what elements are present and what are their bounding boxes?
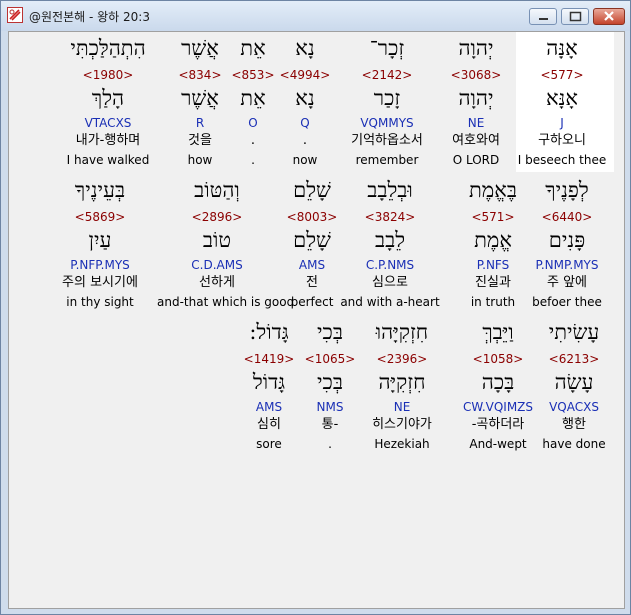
english-gloss: in truth	[470, 295, 516, 309]
morphology-code[interactable]: C.D.AMS	[157, 258, 277, 272]
korean-gloss: 내가-행하며	[75, 133, 141, 148]
strong-number[interactable]: <2896>	[157, 210, 277, 224]
korean-gloss: 주의 보시기에	[62, 275, 138, 290]
word-cell[interactable]: :גָּדוֹל <1419> גָּדוֹל AMS 심히 sore	[209, 320, 329, 460]
english-gloss: and-that which is good	[157, 295, 295, 309]
morphology-code[interactable]: VTACXS	[48, 116, 168, 130]
hebrew-word: בְּעֵינֶיךָ	[74, 178, 126, 202]
title-bar[interactable]: @원전본해 - 왕하 20:3	[1, 1, 630, 31]
korean-gloss: 심히	[257, 417, 281, 432]
hebrew-word: הִתְהַלַּכְתִּי	[70, 36, 146, 60]
app-logo-icon	[7, 7, 23, 23]
english-gloss: sore	[256, 437, 282, 451]
app-window: @원전본해 - 왕하 20:3 אָנָּה <577> אָנָּא J 구하오니 I …	[0, 0, 631, 615]
english-gloss: in thy sight	[66, 295, 134, 309]
morphology-code[interactable]: P.NFS	[433, 258, 553, 272]
hebrew-lemma: טוֹב	[202, 228, 232, 252]
strong-number[interactable]: <571>	[433, 210, 553, 224]
korean-gloss: 진실과	[475, 275, 511, 290]
word-cell[interactable]: בֶּאֱמֶת <571> אֱמֶת P.NFS 진실과 in truth	[433, 178, 553, 318]
maximize-icon	[569, 11, 582, 22]
morphology-code[interactable]: AMS	[209, 400, 329, 414]
hebrew-lemma: הָלַךְ	[91, 86, 125, 110]
minimize-button[interactable]	[529, 8, 557, 25]
hebrew-word: :גָּדוֹל	[249, 320, 289, 344]
strong-number[interactable]: <1980>	[48, 68, 168, 82]
korean-gloss: 선하게	[199, 275, 235, 290]
word-cell[interactable]: וְהַטּוֹב <2896> טוֹב C.D.AMS 선하게 and-that wh…	[157, 178, 295, 318]
strong-number[interactable]: <5869>	[40, 210, 160, 224]
minimize-icon	[539, 18, 548, 20]
hebrew-lemma: אֱמֶת	[474, 228, 512, 252]
hebrew-word: בֶּאֱמֶת	[469, 178, 517, 202]
word-cell[interactable]: הִתְהַלַּכְתִּי <1980> הָלַךְ VTACXS 내가-행하며 I…	[48, 36, 168, 176]
hebrew-lemma: גָּדוֹל	[252, 370, 286, 394]
window-title: @원전본해 - 왕하 20:3	[29, 10, 150, 24]
close-icon	[604, 11, 614, 21]
close-button[interactable]	[593, 8, 625, 25]
hebrew-lemma: עַיִן	[88, 228, 112, 252]
maximize-button[interactable]	[561, 8, 589, 25]
strong-number[interactable]: <1419>	[209, 352, 329, 366]
english-gloss: I have walked	[66, 153, 150, 167]
word-cell[interactable]: בְּעֵינֶיךָ <5869> עַיִן P.NFP.MYS 주의 보시기에 in…	[40, 178, 160, 318]
hebrew-word: וְהַטּוֹב	[194, 178, 240, 202]
interlinear-view[interactable]: אָנָּה <577> אָנָּא J 구하오니 I beseech thee יְהו…	[8, 31, 625, 609]
morphology-code[interactable]: P.NFP.MYS	[40, 258, 160, 272]
